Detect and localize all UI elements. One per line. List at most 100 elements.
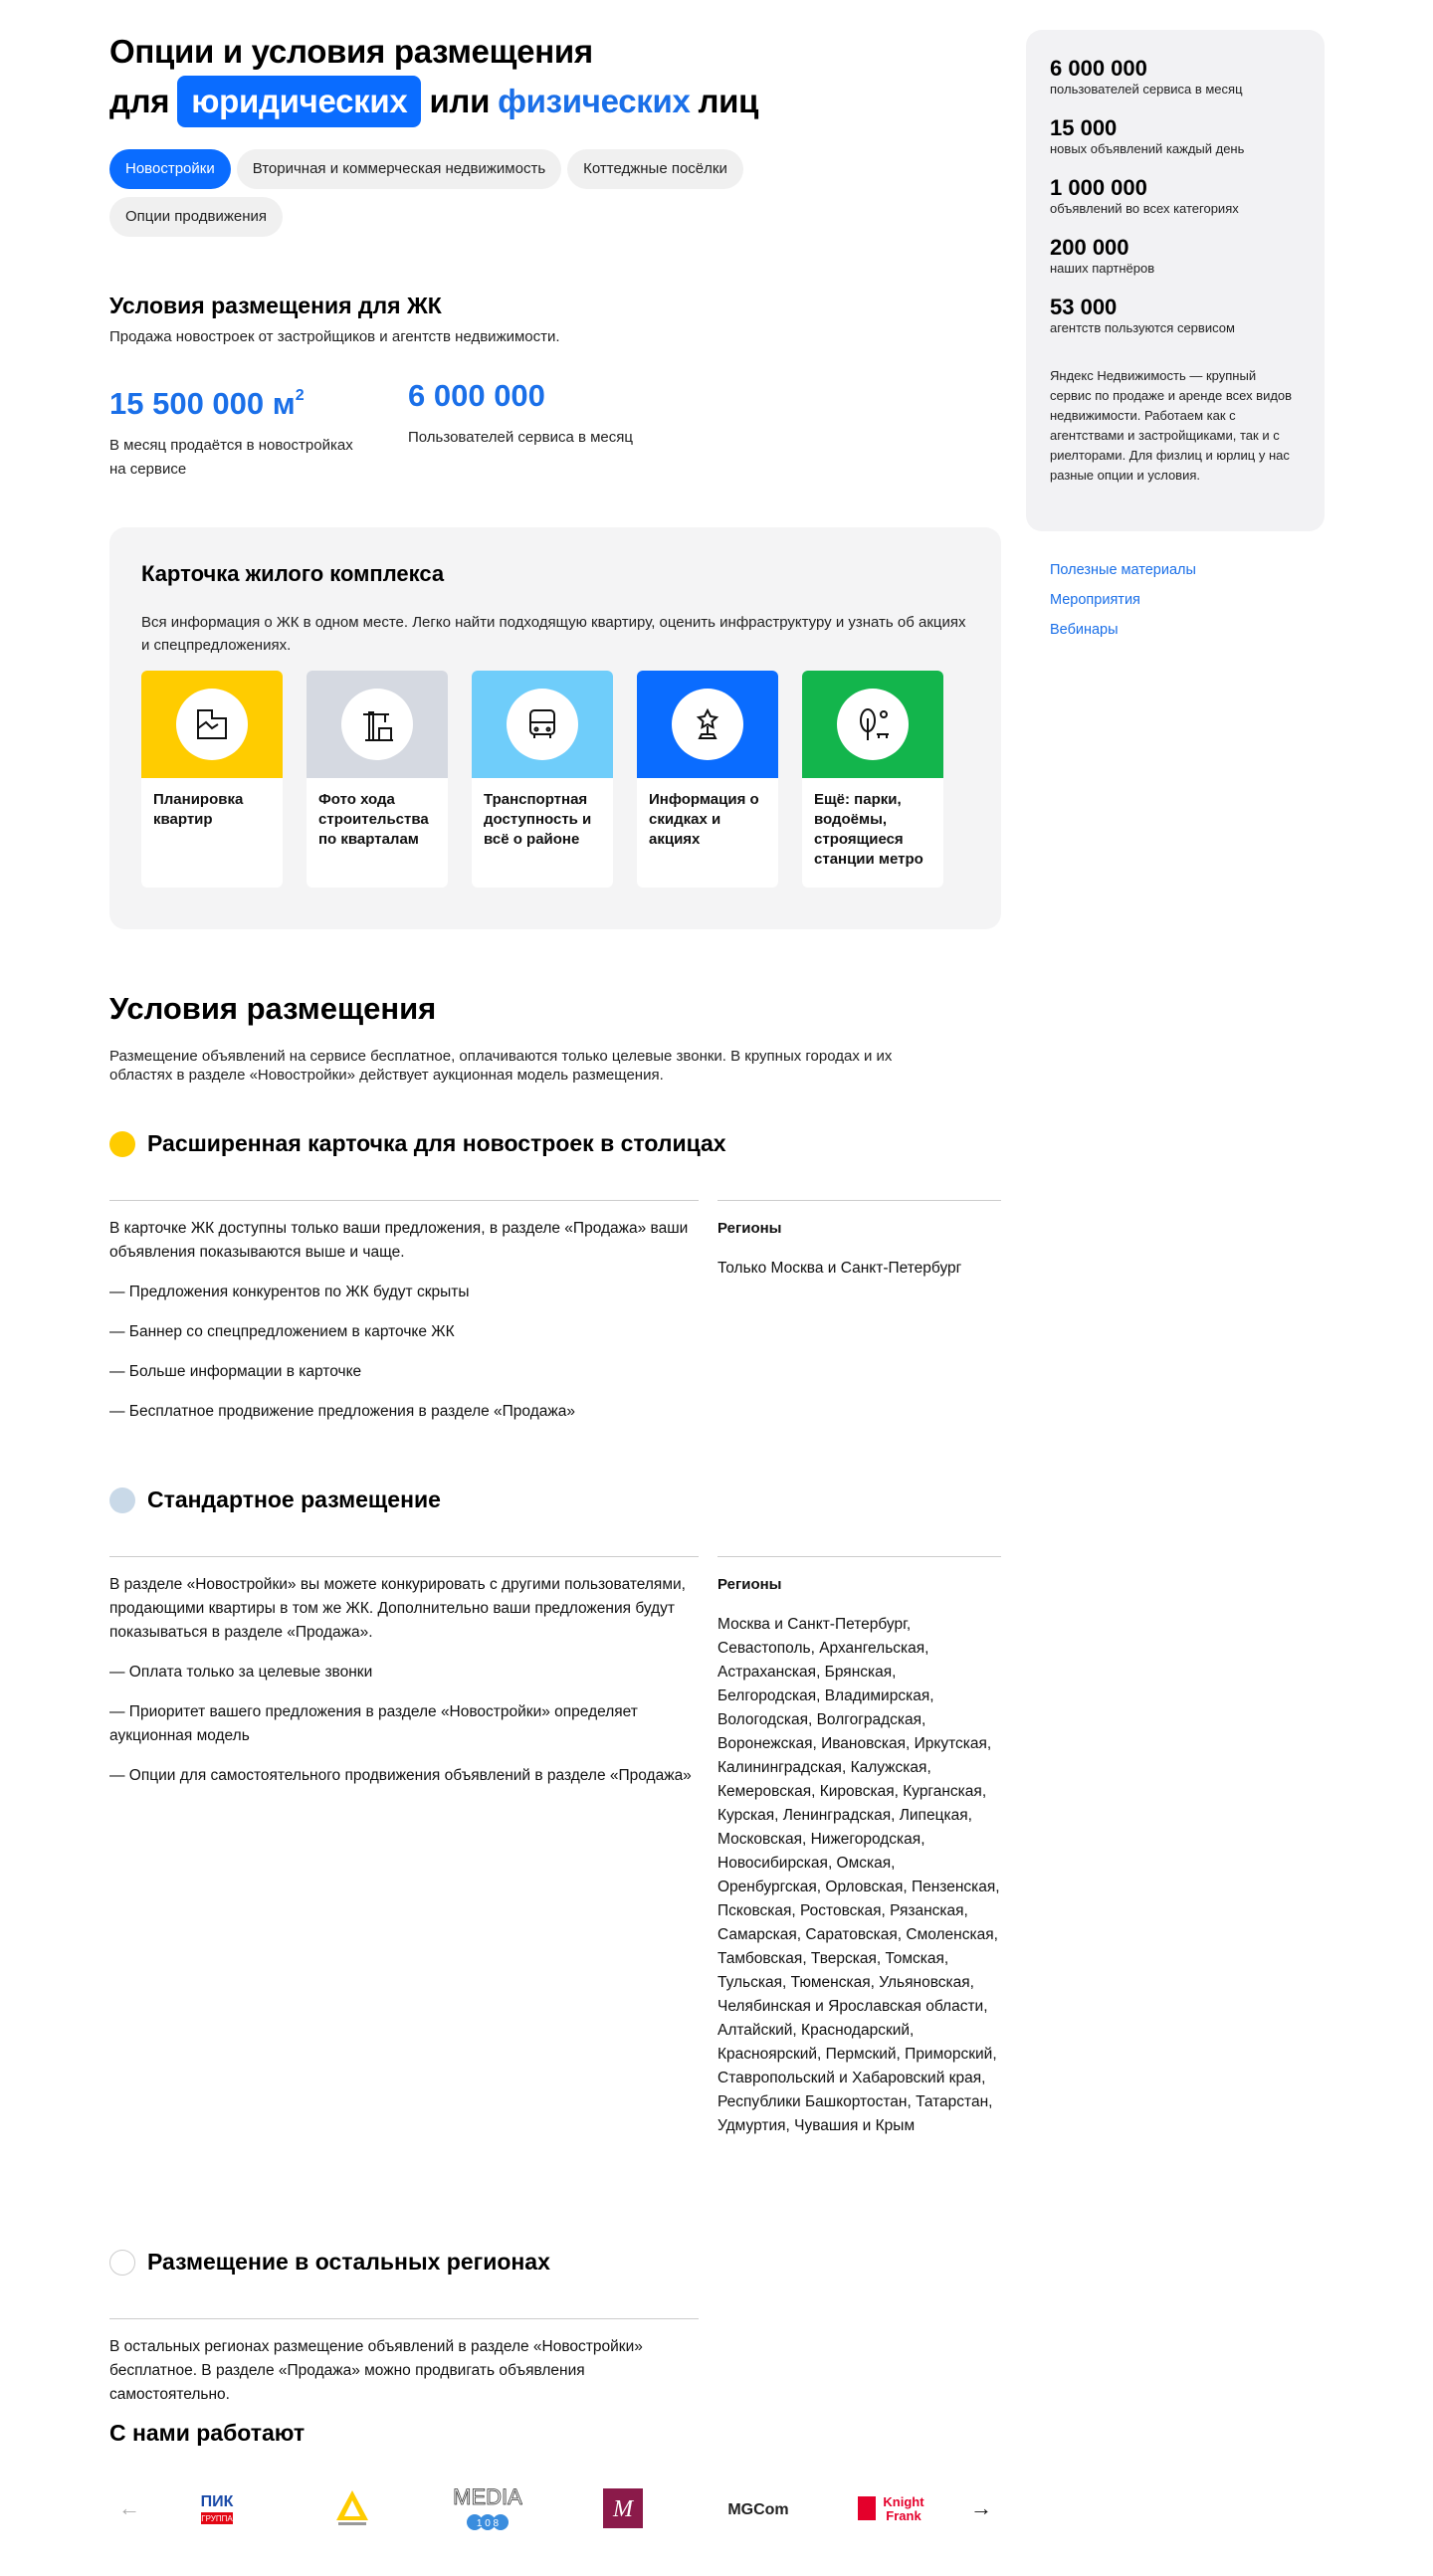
tree-icon (837, 689, 909, 760)
pik-logo-text: ПИК (201, 2493, 234, 2510)
partner-logos: ПИК ГРУППА MEDIA 1 0 8 M MGCom Knight Frank (149, 2478, 961, 2538)
trophy-icon (672, 689, 743, 760)
crane-icon (341, 689, 413, 760)
plan-paragraph: — Больше информации в карточке (109, 1363, 362, 1380)
partners-title: С нами работают (109, 2420, 306, 2446)
yellow-house-logo[interactable] (307, 2478, 397, 2538)
stat-area-caption: В месяц продаётся в новостройках на серв… (109, 437, 353, 478)
plan-empty-dot-icon (109, 2249, 135, 2276)
plan-standard-header: Стандартное размещение (109, 1486, 441, 1513)
page-title: Опции и условия размещения для юридическ… (109, 28, 1005, 127)
plan-paragraph: В карточке ЖК доступны только ваши предл… (109, 1220, 689, 1261)
plan-extended-header: Расширенная карточка для новостроек в ст… (109, 1130, 726, 1157)
legal-entities-toggle[interactable]: юридических (177, 76, 422, 127)
feature-transport: Транспортная доступность и всё о районе (472, 671, 613, 888)
m-logo-text: M (612, 2496, 635, 2522)
feature-parks-more: Ещё: парки, водоёмы, строящиеся станции … (802, 671, 943, 888)
feature-discounts: Информация о скидках и акциях (637, 671, 778, 888)
knight-frank-logo[interactable]: Knight Frank (849, 2478, 938, 2538)
carousel-prev-arrow-icon[interactable]: ← (109, 2488, 149, 2528)
plan-paragraph: — Баннер со спецпредложением в карточке … (109, 1323, 455, 1340)
sidebar-stats-card: 6 000 000 пользователей сервиса в месяц … (1026, 30, 1325, 531)
floor-plan-icon (176, 689, 248, 760)
stat-area-sup: 2 (295, 387, 305, 404)
conditions-subtitle: Продажа новостроек от застройщиков и аге… (109, 328, 560, 345)
sidebar-stat-caption: объявлений во всех категориях (1050, 201, 1239, 216)
regions-list: Москва и Санкт-Петербург, Севастополь, А… (717, 1616, 1000, 2134)
stat-area-value: 15 500 000 м (109, 386, 296, 421)
sidebar: 6 000 000 пользователей сервиса в месяц … (1026, 30, 1325, 645)
mgcom-logo[interactable]: MGCom (714, 2478, 803, 2538)
plan-other-regions-body: В остальных регионах размещение объявлен… (109, 2318, 699, 2423)
carousel-next-arrow-icon[interactable]: → (961, 2488, 1001, 2528)
link-useful-materials[interactable]: Полезные материалы (1050, 555, 1325, 585)
plan-paragraph: В разделе «Новостройки» вы можете конкур… (109, 1576, 686, 1641)
regions-label: Регионы (717, 1220, 782, 1237)
m-logo[interactable]: M (578, 2478, 668, 2538)
pik-logo[interactable]: ПИК ГРУППА (172, 2478, 262, 2538)
stat-area-sold: 15 500 000 м2 В месяц продаётся в новост… (109, 376, 372, 482)
link-events[interactable]: Мероприятия (1050, 585, 1325, 615)
feature-floor-plan: Планировка квартир (141, 671, 283, 888)
feature-label: Ещё: парки, водоёмы, строящиеся станции … (814, 791, 923, 868)
plan-paragraph: — Опции для самостоятельного продвижения… (109, 1767, 692, 1784)
tab-cottage-villages[interactable]: Коттеджные посёлки (567, 149, 743, 189)
sidebar-stat-caption: новых объявлений каждый день (1050, 141, 1245, 156)
persons-word: лиц (698, 83, 759, 119)
or-word: или (429, 83, 491, 119)
plan-paragraph: В остальных регионах размещение объявлен… (109, 2338, 643, 2403)
plan-extended-regions: Регионы Только Москва и Санкт-Петербург (717, 1200, 1001, 1281)
sidebar-links: Полезные материалы Мероприятия Вебинары (1026, 555, 1325, 645)
for-word: для (109, 83, 170, 119)
plan-paragraph: — Приоритет вашего предложения в разделе… (109, 1703, 638, 1744)
media-108-logo[interactable]: MEDIA 1 0 8 (443, 2478, 532, 2538)
plan-yellow-dot-icon (109, 1130, 135, 1157)
complex-card-section: Карточка жилого комплекса Вся информация… (109, 527, 1001, 929)
bus-icon (507, 689, 578, 760)
plan-title: Размещение в остальных регионах (147, 2249, 550, 2275)
plan-other-regions-header: Размещение в остальных регионах (109, 2249, 550, 2276)
stat-users-caption: Пользователей сервиса в месяц (408, 429, 633, 446)
sidebar-stat-value: 6 000 000 (1050, 56, 1147, 81)
partners-carousel: ← ПИК ГРУППА MEDIA 1 0 8 M MGCom Knight Fra… (109, 2474, 1001, 2543)
conditions-stats: 15 500 000 м2 В месяц продаётся в новост… (109, 376, 671, 482)
regions-label: Регионы (717, 1576, 782, 1593)
tab-secondary-commercial[interactable]: Вторичная и коммерческая недвижимость (236, 149, 562, 189)
sidebar-stat-caption: агентств пользуются сервисом (1050, 320, 1235, 335)
plan-paragraph: — Предложения конкурентов по ЖК будут ск… (109, 1284, 470, 1300)
feature-construction-photos: Фото хода строительства по кварталам (307, 671, 448, 888)
sidebar-stat: 200 000 наших партнёров (1050, 235, 1301, 277)
tab-new-buildings[interactable]: Новостройки (109, 149, 231, 189)
sidebar-stat-value: 53 000 (1050, 295, 1118, 319)
placement-title: Условия размещения (109, 991, 437, 1026)
stat-users: 6 000 000 Пользователей сервиса в месяц (408, 376, 671, 482)
feature-label: Транспортная доступность и всё о районе (484, 791, 592, 848)
sidebar-stat: 53 000 агентств пользуются сервисом (1050, 295, 1301, 336)
sidebar-about-text: Яндекс Недвижимость — крупный сервис по … (1050, 368, 1293, 483)
sidebar-stat: 1 000 000 объявлений во всех категориях (1050, 175, 1301, 217)
sidebar-stat: 6 000 000 пользователей сервиса в месяц (1050, 56, 1301, 98)
feature-label: Информация о скидках и акциях (649, 791, 759, 848)
feature-tiles: Планировка квартир Фото хода строительст… (141, 671, 943, 888)
link-webinars[interactable]: Вебинары (1050, 615, 1325, 645)
plan-standard-regions: Регионы Москва и Санкт-Петербург, Севаст… (717, 1556, 1001, 2138)
sidebar-stat: 15 000 новых объявлений каждый день (1050, 115, 1301, 157)
page-title-line1: Опции и условия размещения (109, 33, 593, 70)
media-logo-text: MEDIA (453, 2484, 522, 2509)
complex-card-description: Вся информация о ЖК в одном месте. Легко… (141, 614, 966, 654)
regions-list: Только Москва и Санкт-Петербург (717, 1260, 962, 1277)
plan-title: Стандартное размещение (147, 1486, 441, 1512)
knight-logo-text: Knight (883, 2494, 924, 2509)
pik-logo-subtext: ГРУППА (201, 2514, 233, 2523)
sidebar-stat-value: 200 000 (1050, 235, 1129, 260)
sidebar-stat-caption: наших партнёров (1050, 261, 1155, 276)
plan-title: Расширенная карточка для новостроек в ст… (147, 1130, 726, 1156)
conditions-title: Условия размещения для ЖК (109, 293, 442, 318)
category-tabs: Новостройки Вторичная и коммерческая нед… (109, 149, 826, 237)
sidebar-stat-value: 1 000 000 (1050, 175, 1147, 200)
individuals-toggle[interactable]: физических (498, 78, 691, 125)
sidebar-stat-caption: пользователей сервиса в месяц (1050, 82, 1243, 97)
tab-promotion-options[interactable]: Опции продвижения (109, 197, 284, 237)
feature-label: Фото хода строительства по кварталам (318, 791, 429, 848)
mgcom-logo-text: MGCom (727, 2501, 788, 2518)
